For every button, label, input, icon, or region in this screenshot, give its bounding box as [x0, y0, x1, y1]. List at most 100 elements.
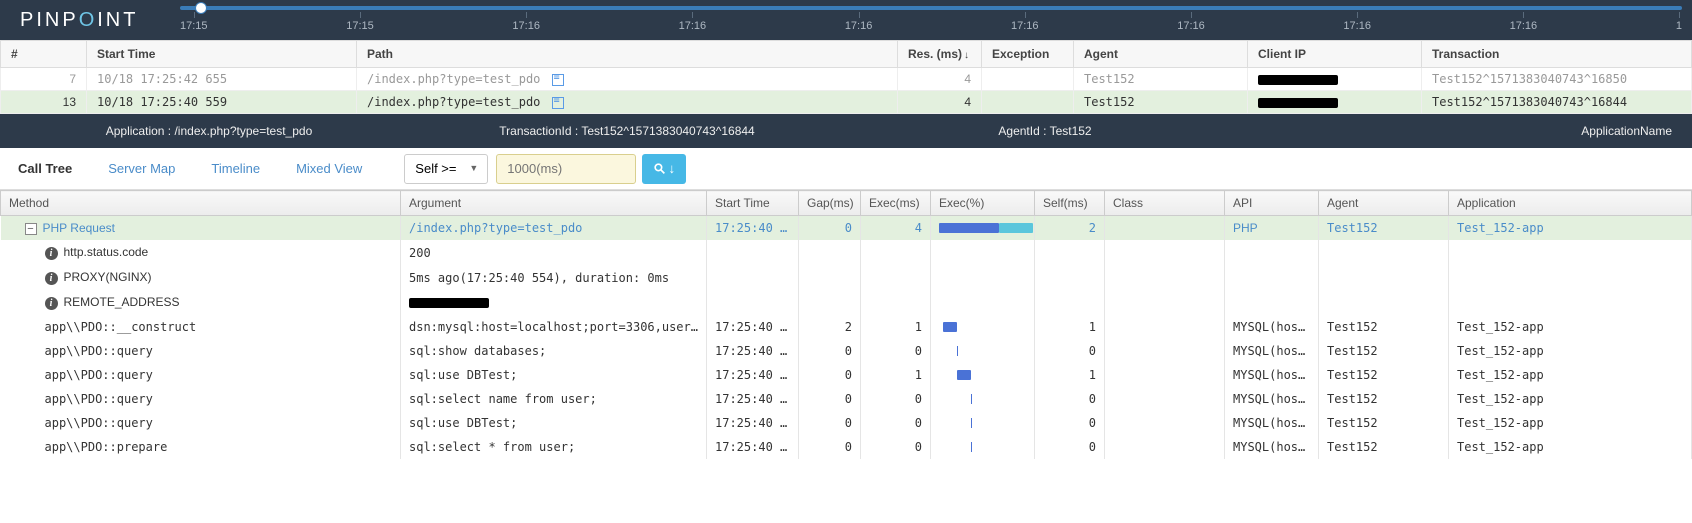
- cell-num: 13: [1, 91, 87, 114]
- cell-execp: [931, 315, 1035, 339]
- cell-method: app\\PDO::__construct: [1, 315, 401, 339]
- col-path[interactable]: Path: [357, 41, 898, 68]
- filter-threshold-input[interactable]: [496, 154, 636, 184]
- cell-app: Test_152-app: [1449, 315, 1692, 339]
- timeline-tick: 17:16: [1011, 20, 1039, 32]
- tab-mixedview[interactable]: Mixed View: [278, 151, 380, 186]
- cell-execp: [931, 387, 1035, 411]
- th-method[interactable]: Method: [1, 191, 401, 216]
- tree-row[interactable]: app\\PDO::__constructdsn:mysql:host=loca…: [1, 315, 1692, 339]
- th-gap[interactable]: Gap(ms): [799, 191, 861, 216]
- tree-collapse-icon[interactable]: −: [25, 223, 37, 235]
- tree-row[interactable]: −PHP Request/index.php?type=test_pdo17:2…: [1, 216, 1692, 241]
- meta-applicationname: ApplicationName: [1254, 124, 1692, 138]
- timeline-tick: 17:16: [1343, 20, 1371, 32]
- cell-path: /index.php?type=test_pdo: [357, 68, 898, 91]
- cell-exception: [982, 91, 1074, 114]
- col-transaction[interactable]: Transaction: [1422, 41, 1692, 68]
- cell-gap: 0: [799, 435, 861, 459]
- cell-exec: 0: [861, 411, 931, 435]
- col-agent[interactable]: Agent: [1074, 41, 1248, 68]
- search-button[interactable]: ↓: [642, 154, 686, 184]
- cell-start: 10/18 17:25:42 655: [87, 68, 357, 91]
- tab-calltree[interactable]: Call Tree: [0, 151, 90, 186]
- doc-icon[interactable]: [552, 97, 564, 109]
- cell-method: iREMOTE_ADDRESS: [1, 290, 401, 315]
- col-num[interactable]: #: [1, 41, 87, 68]
- th-argument[interactable]: Argument: [401, 191, 707, 216]
- th-self[interactable]: Self(ms): [1035, 191, 1105, 216]
- cell-class: [1105, 216, 1225, 241]
- cell-exec: 0: [861, 339, 931, 363]
- logo: PINPOINT: [0, 9, 158, 32]
- tree-row[interactable]: app\\PDO::querysql:use DBTest;17:25:40 5…: [1, 411, 1692, 435]
- redacted-ip: [1258, 98, 1338, 108]
- tree-row[interactable]: iREMOTE_ADDRESS: [1, 290, 1692, 315]
- request-row[interactable]: 1310/18 17:25:40 559/index.php?type=test…: [1, 91, 1692, 114]
- cell-app: Test_152-app: [1449, 339, 1692, 363]
- tab-timeline[interactable]: Timeline: [193, 151, 278, 186]
- cell-method: iPROXY(NGINX): [1, 265, 401, 290]
- tree-row[interactable]: iPROXY(NGINX)5ms ago(17:25:40 554), dura…: [1, 265, 1692, 290]
- col-res-label: Res. (ms): [908, 47, 962, 61]
- th-execp[interactable]: Exec(%): [931, 191, 1035, 216]
- tree-row[interactable]: app\\PDO::preparesql:select * from user;…: [1, 435, 1692, 459]
- cell-arg: 200: [401, 240, 707, 265]
- cell-start: 17:25:40 562: [707, 339, 799, 363]
- filter-select[interactable]: Self >=: [404, 154, 488, 184]
- cell-execp: [931, 363, 1035, 387]
- cell-app: Test_152-app: [1449, 411, 1692, 435]
- cell-agent: Test152: [1319, 387, 1449, 411]
- cell-start: 17:25:40 563: [707, 387, 799, 411]
- search-icon: [653, 162, 666, 175]
- col-start[interactable]: Start Time: [87, 41, 357, 68]
- th-class[interactable]: Class: [1105, 191, 1225, 216]
- cell-self: 0: [1035, 411, 1105, 435]
- cell-exec: 1: [861, 315, 931, 339]
- cell-execp: [931, 411, 1035, 435]
- cell-agent: Test152: [1319, 435, 1449, 459]
- tree-row[interactable]: ihttp.status.code200: [1, 240, 1692, 265]
- cell-start: 17:25:40 563: [707, 435, 799, 459]
- tree-row[interactable]: app\\PDO::querysql:show databases;17:25:…: [1, 339, 1692, 363]
- th-application[interactable]: Application: [1449, 191, 1692, 216]
- col-exception[interactable]: Exception: [982, 41, 1074, 68]
- cell-api: MYSQL(host:l…: [1225, 339, 1319, 363]
- col-res[interactable]: Res. (ms)↓: [898, 41, 982, 68]
- cell-arg: [401, 290, 707, 315]
- cell-class: [1105, 435, 1225, 459]
- cell-self: 2: [1035, 216, 1105, 241]
- cell-class: [1105, 315, 1225, 339]
- cell-agent: Test152: [1074, 91, 1248, 114]
- timeline-tick: 17:16: [679, 20, 707, 32]
- timeline-tick: 17:15: [346, 20, 374, 32]
- cell-method: app\\PDO::query: [1, 387, 401, 411]
- cell-api: MYSQL(host:l…: [1225, 315, 1319, 339]
- cell-arg: /index.php?type=test_pdo: [401, 216, 707, 241]
- cell-class: [1105, 387, 1225, 411]
- timeline-track[interactable]: [180, 6, 1682, 10]
- cell-api: MYSQL(host:l…: [1225, 435, 1319, 459]
- col-clientip[interactable]: Client IP: [1248, 41, 1422, 68]
- cell-self: 0: [1035, 387, 1105, 411]
- th-agent[interactable]: Agent: [1319, 191, 1449, 216]
- timeline-tick: 17:16: [1510, 20, 1538, 32]
- cell-agent: Test152: [1319, 411, 1449, 435]
- tab-servermap[interactable]: Server Map: [90, 151, 193, 186]
- cell-self: 1: [1035, 363, 1105, 387]
- cell-arg: sql:show databases;: [401, 339, 707, 363]
- cell-method: app\\PDO::prepare: [1, 435, 401, 459]
- cell-self: 0: [1035, 339, 1105, 363]
- request-table: # Start Time Path Res. (ms)↓ Exception A…: [0, 40, 1692, 114]
- cell-start: 17:25:40 562: [707, 363, 799, 387]
- tree-row[interactable]: app\\PDO::querysql:use DBTest;17:25:40 5…: [1, 363, 1692, 387]
- th-starttime[interactable]: Start Time: [707, 191, 799, 216]
- th-exec[interactable]: Exec(ms): [861, 191, 931, 216]
- calltree-table: Method Argument Start Time Gap(ms) Exec(…: [0, 190, 1692, 459]
- timeline-handle[interactable]: [195, 2, 207, 14]
- doc-icon[interactable]: [552, 74, 564, 86]
- tree-row[interactable]: app\\PDO::querysql:select name from user…: [1, 387, 1692, 411]
- th-api[interactable]: API: [1225, 191, 1319, 216]
- cell-start: 10/18 17:25:40 559: [87, 91, 357, 114]
- request-row[interactable]: 710/18 17:25:42 655/index.php?type=test_…: [1, 68, 1692, 91]
